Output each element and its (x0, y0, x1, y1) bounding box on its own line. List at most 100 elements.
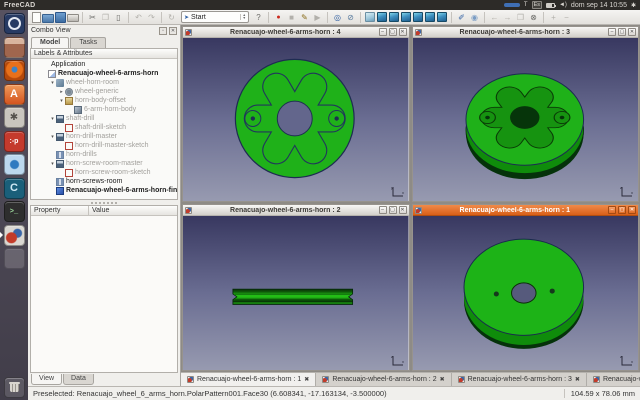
panel-float-button[interactable]: ▫ (159, 27, 167, 35)
toolbar-separator[interactable] (161, 12, 162, 23)
tree-item-horn-body-offset[interactable]: ▾ horn-body-offset (31, 96, 177, 105)
maximize-button[interactable]: ▢ (389, 206, 397, 214)
3d-viewport-back[interactable]: zx (413, 216, 639, 370)
toolbar-separator[interactable] (268, 12, 269, 23)
zoom-out-icon[interactable]: − (561, 11, 573, 23)
subwindow-titlebar[interactable]: Renacuajo-wheel-6-arms-horn : 4 – ▢ ✕ (183, 27, 409, 38)
tab-close-icon[interactable]: ✖ (575, 376, 580, 383)
tree-item-horn-screw-room-sketch[interactable]: horn-screw-room-sketch (31, 168, 177, 177)
toolbar-separator[interactable] (451, 12, 452, 23)
subwindow-titlebar[interactable]: Renacuajo-wheel-6-arms-horn : 3 – ▢ ✕ (413, 27, 639, 38)
view-front-icon[interactable] (377, 12, 387, 22)
tree-item-wheel-horn-room[interactable]: ▾ wheel-horn-room (31, 78, 177, 87)
tab-close-icon[interactable]: ✖ (440, 376, 445, 383)
subwindow-titlebar-active[interactable]: Renacuajo-wheel-6-arms-horn : 1 – ▢ ✕ (413, 205, 639, 216)
web-browser-icon[interactable] (4, 154, 25, 175)
macro-stop-icon[interactable]: ■ (286, 11, 298, 23)
tab-close-icon[interactable]: ✖ (304, 376, 309, 383)
tree-item-horn-drill-master-sketch[interactable]: horn-drill-master-sketch (31, 141, 177, 150)
panel-close-button[interactable]: ✕ (169, 27, 177, 35)
property-tab[interactable]: Data (63, 374, 94, 385)
zoom-in-icon[interactable]: + (548, 11, 560, 23)
redo-icon[interactable]: ↷ (146, 11, 158, 23)
property-tab[interactable]: View (31, 374, 62, 385)
open-document-icon[interactable] (42, 14, 54, 23)
toolbar-separator[interactable] (128, 12, 129, 23)
view-axonometric-icon[interactable] (365, 12, 375, 22)
copy-icon[interactable]: ❐ (100, 11, 112, 23)
whats-this-icon[interactable]: ? (253, 11, 265, 23)
input-method-icon[interactable]: T (524, 2, 528, 8)
tree-expander-icon[interactable]: ▾ (58, 98, 65, 104)
terminal-icon[interactable]: >_ (4, 201, 25, 222)
view-bottom-icon[interactable] (425, 12, 435, 22)
tree-item-application[interactable]: Application (31, 60, 177, 69)
print-icon[interactable] (67, 14, 79, 22)
media-player-icon[interactable]: :-p (4, 131, 25, 152)
firefox-icon[interactable] (4, 60, 25, 81)
macro-run-icon[interactable]: ▶ (312, 11, 324, 23)
macro-record-icon[interactable]: ● (273, 11, 285, 23)
close-button[interactable]: ✕ (628, 206, 636, 214)
link-view-icon[interactable]: ❐ (515, 11, 527, 23)
paste-icon[interactable]: ▯ (113, 11, 125, 23)
subwindow-titlebar[interactable]: Renacuajo-wheel-6-arms-horn : 2 – ▢ ✕ (183, 205, 409, 216)
minimize-button[interactable]: – (379, 28, 387, 36)
nav-style-icon[interactable]: ◉ (469, 11, 481, 23)
toolbar-separator[interactable] (484, 12, 485, 23)
tree-item-final[interactable]: Renacuajo-wheel-6-arms-horn-final (31, 186, 177, 195)
volume-icon[interactable]: ◄) (559, 2, 567, 8)
view-left-icon[interactable] (437, 12, 447, 22)
trash-icon[interactable] (4, 377, 25, 398)
tree-item-horn-drill-master[interactable]: ▾ horn-drill-master (31, 132, 177, 141)
tree-item-wheel-generic[interactable]: ▸ wheel-generic (31, 87, 177, 96)
draw-style-icon[interactable]: ⊘ (345, 11, 357, 23)
3d-viewport-side[interactable]: zx (183, 216, 409, 370)
tree-expander-icon[interactable]: ▸ (58, 89, 65, 95)
combo-view-tab[interactable]: Tasks (70, 37, 106, 48)
undo-icon[interactable]: ↶ (133, 11, 145, 23)
toolbar-separator[interactable] (82, 12, 83, 23)
close-view-icon[interactable]: ⊗ (528, 11, 540, 23)
close-button[interactable]: ✕ (628, 28, 636, 36)
keyboard-layout-indicator[interactable]: Es (532, 1, 542, 9)
chromium-icon[interactable]: C (4, 178, 25, 199)
tree-expander-icon[interactable]: ▾ (49, 134, 56, 140)
tree-expander-icon[interactable]: ▾ (49, 80, 56, 86)
save-icon[interactable] (55, 12, 66, 23)
maximize-button[interactable]: ▢ (618, 206, 626, 214)
new-document-icon[interactable] (32, 12, 41, 23)
nav-back-icon[interactable]: ← (489, 11, 501, 23)
window-tab[interactable]: Renacuajo-wheel-6-arms-horn : 2 ✖ (316, 373, 451, 386)
freecad-icon[interactable] (4, 225, 25, 246)
tree-item-horn-drills[interactable]: horn-drills (31, 150, 177, 159)
toolbar-separator[interactable] (543, 12, 544, 23)
close-button[interactable]: ✕ (399, 206, 407, 214)
measure-distance-icon[interactable]: ✐ (456, 11, 468, 23)
tree-expander-icon[interactable]: ▾ (49, 116, 56, 122)
zoom-fit-icon[interactable]: ◎ (332, 11, 344, 23)
window-tab[interactable]: Renacuajo-wheel-6-arms-horn : 4 ✖ (587, 373, 640, 386)
ubuntu-software-icon[interactable]: A (4, 84, 25, 105)
property-column-header[interactable]: Property (31, 206, 89, 215)
tree-item-shaft-drill[interactable]: ▾ shaft-drill (31, 114, 177, 123)
workbench-selector[interactable]: ➤ Start ▲▼ (181, 11, 249, 23)
maximize-button[interactable]: ▢ (618, 28, 626, 36)
minimize-button[interactable]: – (379, 206, 387, 214)
3d-viewport-front[interactable]: yx (183, 38, 409, 201)
system-settings-icon[interactable]: ✱ (4, 107, 25, 128)
tree-item-6-arm-horn-body[interactable]: 6-arm-horn-body (31, 105, 177, 114)
tree-item-horn-screw-room-master[interactable]: ▾ horn-screw-room-master (31, 159, 177, 168)
tree-item-document[interactable]: Renacuajo-wheel-6-arms-horn (31, 69, 177, 78)
background-app-icon[interactable] (4, 248, 25, 269)
toolbar-separator[interactable] (360, 12, 361, 23)
refresh-icon[interactable]: ↻ (166, 11, 178, 23)
combo-view-tab[interactable]: Model (31, 37, 69, 48)
view-top-icon[interactable] (389, 12, 399, 22)
window-tab[interactable]: Renacuajo-wheel-6-arms-horn : 3 ✖ (452, 373, 587, 386)
window-tab[interactable]: Renacuajo-wheel-6-arms-horn : 1 ✖ (181, 373, 316, 386)
view-rear-icon[interactable] (413, 12, 423, 22)
session-gear-icon[interactable]: ✱ (631, 2, 636, 9)
clock[interactable]: dom sep 14 10:55 (571, 2, 627, 9)
minimize-button[interactable]: – (608, 206, 616, 214)
